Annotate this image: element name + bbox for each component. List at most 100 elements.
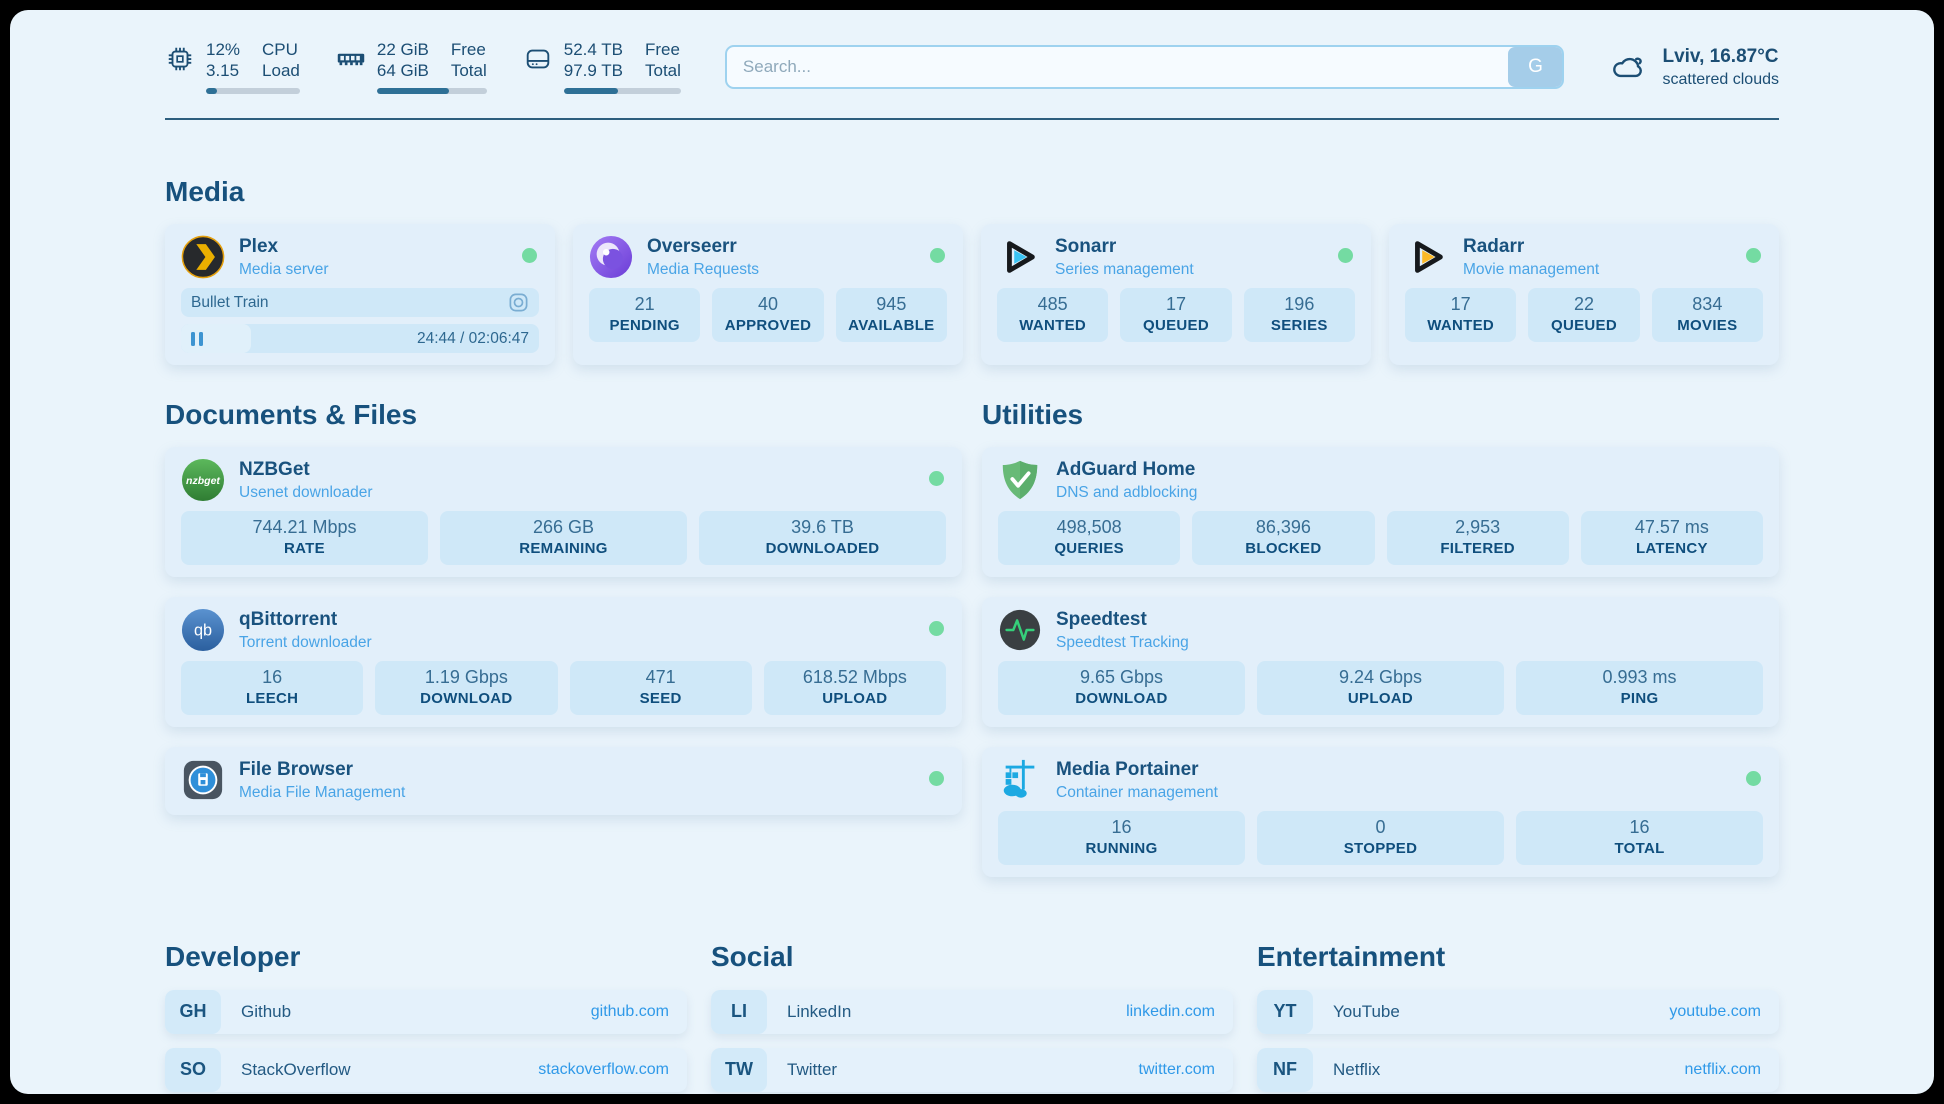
- card-stats: 485 WANTED 17 QUEUED 196 SERIES: [997, 288, 1355, 342]
- status-online-dot: [1338, 248, 1353, 263]
- sonarr-icon: [997, 235, 1041, 279]
- link-linkedin[interactable]: LI LinkedIn linkedin.com: [711, 990, 1233, 1034]
- card-subtitle: Movie management: [1463, 261, 1599, 279]
- stat-wanted: 17 WANTED: [1405, 288, 1516, 342]
- stat-upload: 618.52 Mbps UPLOAD: [764, 661, 946, 715]
- disk-total-value: 97.9 TB: [564, 61, 623, 81]
- cpu-usage-value: 12%: [206, 40, 240, 60]
- status-online-dot: [1746, 248, 1761, 263]
- card-adguard-home[interactable]: AdGuard Home DNS and adblocking 498,508 …: [982, 447, 1779, 577]
- card-title: Plex: [239, 236, 329, 258]
- cpu-icon: [165, 40, 195, 74]
- stat-seed: 471 SEED: [570, 661, 752, 715]
- stat-available: 945 AVAILABLE: [836, 288, 947, 342]
- link-url: youtube.com: [1669, 1003, 1761, 1021]
- stat-download: 1.19 Gbps DOWNLOAD: [375, 661, 557, 715]
- section-title-utilities: Utilities: [982, 399, 1779, 431]
- ram-icon: [336, 40, 366, 74]
- status-online-dot: [929, 471, 944, 486]
- stat-series: 196 SERIES: [1244, 288, 1355, 342]
- stat-leech: 16 LEECH: [181, 661, 363, 715]
- card-overseerr[interactable]: Overseerr Media Requests 21 PENDING 40 A…: [573, 224, 963, 365]
- stat-latency: 47.57 ms LATENCY: [1581, 511, 1763, 565]
- card-radarr[interactable]: Radarr Movie management 17 WANTED 22 QUE…: [1389, 224, 1779, 365]
- link-url: twitter.com: [1139, 1061, 1215, 1079]
- link-netflix[interactable]: NF Netflix netflix.com: [1257, 1048, 1779, 1092]
- card-subtitle: Media Requests: [647, 261, 759, 279]
- now-playing-widget: Bullet Train 24:44 / 02:06:4: [181, 288, 539, 353]
- svg-text:qb: qb: [194, 622, 212, 640]
- disk-total-label: Total: [645, 61, 681, 81]
- section-media: Media Plex Media server: [165, 176, 1779, 365]
- app-frame: 12% CPU 3.15 Load: [0, 0, 1944, 1104]
- media-grid: Plex Media server Bullet Train: [165, 224, 1779, 365]
- card-filebrowser[interactable]: File Browser Media File Management: [165, 747, 962, 815]
- card-qbittorrent[interactable]: qb qBittorrent Torrent downloader 16 LEE…: [165, 597, 962, 727]
- radarr-icon: [1405, 235, 1449, 279]
- card-stats: 9.65 Gbps DOWNLOAD 9.24 Gbps UPLOAD 0.99…: [998, 661, 1763, 715]
- card-media-portainer[interactable]: Media Portainer Container management 16 …: [982, 747, 1779, 877]
- qbittorrent-icon: qb: [181, 608, 225, 652]
- card-title: Overseerr: [647, 236, 759, 258]
- card-subtitle: Series management: [1055, 261, 1194, 279]
- portainer-icon: [998, 758, 1042, 802]
- svg-text:nzbget: nzbget: [186, 475, 220, 487]
- card-subtitle: Torrent downloader: [239, 634, 372, 652]
- cpu-load-value: 3.15: [206, 61, 240, 81]
- link-name: StackOverflow: [241, 1060, 351, 1080]
- section-title-entertainment: Entertainment: [1257, 941, 1779, 973]
- session-icon[interactable]: [508, 292, 529, 313]
- link-badge: YT: [1257, 990, 1313, 1034]
- link-name: Github: [241, 1002, 291, 1022]
- stat-remaining: 266 GB REMAINING: [440, 511, 687, 565]
- system-monitors: 12% CPU 3.15 Load: [165, 40, 681, 94]
- card-plex[interactable]: Plex Media server Bullet Train: [165, 224, 555, 365]
- card-subtitle: Container management: [1056, 784, 1218, 802]
- link-url: github.com: [591, 1003, 669, 1021]
- link-github[interactable]: GH Github github.com: [165, 990, 687, 1034]
- adguard-icon: [998, 458, 1042, 502]
- cpu-monitor: 12% CPU 3.15 Load: [165, 40, 300, 94]
- stat-running: 16 RUNNING: [998, 811, 1245, 865]
- card-subtitle: Media File Management: [239, 784, 405, 802]
- link-badge: LI: [711, 990, 767, 1034]
- disk-icon: [523, 40, 553, 74]
- section-documents: Documents & Files: [165, 399, 962, 897]
- stat-total: 16 TOTAL: [1516, 811, 1763, 865]
- card-title: NZBGet: [239, 459, 373, 481]
- filebrowser-icon: [181, 758, 225, 802]
- stat-pending: 21 PENDING: [589, 288, 700, 342]
- link-name: Twitter: [787, 1060, 837, 1080]
- section-developer: Developer GH Github github.com SO StackO…: [165, 941, 687, 1094]
- top-bar: 12% CPU 3.15 Load: [10, 10, 1934, 94]
- section-social: Social LI LinkedIn linkedin.com TW Twitt…: [711, 941, 1233, 1094]
- card-subtitle: Media server: [239, 261, 329, 279]
- cpu-progress-fill: [206, 88, 217, 94]
- card-stats: 16 LEECH 1.19 Gbps DOWNLOAD 471 SEED 6: [181, 661, 946, 715]
- link-twitter[interactable]: TW Twitter twitter.com: [711, 1048, 1233, 1092]
- main-content: Media Plex Media server: [10, 176, 1934, 1094]
- link-youtube[interactable]: YT YouTube youtube.com: [1257, 990, 1779, 1034]
- disk-progress-bar: [564, 88, 681, 94]
- card-sonarr[interactable]: Sonarr Series management 485 WANTED 17 Q…: [981, 224, 1371, 365]
- pause-icon: [191, 332, 203, 346]
- stat-upload: 9.24 Gbps UPLOAD: [1257, 661, 1504, 715]
- search-input[interactable]: [725, 45, 1565, 89]
- section-title-developer: Developer: [165, 941, 687, 973]
- section-entertainment: Entertainment YT YouTube youtube.com NF …: [1257, 941, 1779, 1094]
- card-stats: 21 PENDING 40 APPROVED 945 AVAILABLE: [589, 288, 947, 342]
- card-speedtest[interactable]: Speedtest Speedtest Tracking 9.65 Gbps D…: [982, 597, 1779, 727]
- link-url: netflix.com: [1685, 1061, 1761, 1079]
- weather-widget: Lviv, 16.87°C scattered clouds: [1608, 45, 1779, 90]
- link-badge: NF: [1257, 1048, 1313, 1092]
- card-title: Speedtest: [1056, 609, 1189, 631]
- search-engine-button[interactable]: G: [1508, 47, 1562, 87]
- ram-progress-fill: [377, 88, 450, 94]
- link-badge: GH: [165, 990, 221, 1034]
- disk-progress-fill: [564, 88, 618, 94]
- card-nzbget[interactable]: nzbget NZBGet Usenet downloader 744.21 M…: [165, 447, 962, 577]
- link-stackoverflow[interactable]: SO StackOverflow stackoverflow.com: [165, 1048, 687, 1092]
- ram-progress-bar: [377, 88, 487, 94]
- ram-total-label: Total: [451, 61, 487, 81]
- ram-total-value: 64 GiB: [377, 61, 429, 81]
